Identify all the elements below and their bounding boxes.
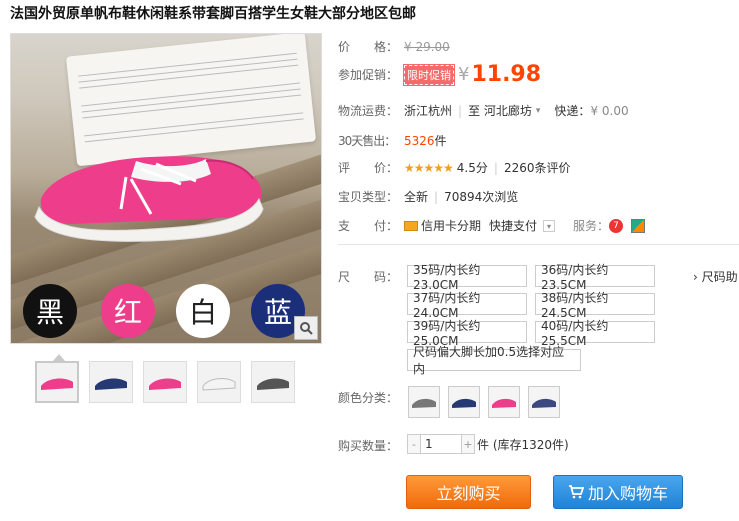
promo-badge: 限时促销: [403, 63, 455, 86]
sold-count: 5326: [404, 133, 435, 148]
original-price: ¥ 29.00: [404, 39, 450, 54]
seven-day-return-icon: 7: [609, 218, 624, 233]
product-title: 法国外贸原单帆布鞋休闲鞋系带套脚百搭学生女鞋大部分地区包邮: [10, 6, 416, 22]
chevron-down-icon: ▾: [535, 105, 541, 116]
size-option-35[interactable]: 35码/内长约23.0CM: [407, 263, 527, 292]
thumbnail-1[interactable]: [35, 354, 79, 403]
price-row: 价 格： ¥ 29.00: [338, 39, 450, 55]
swatch-black: 黑: [23, 284, 77, 338]
promo-price: 11.98: [471, 62, 542, 87]
guarantee-icon: [631, 218, 646, 233]
credit-card-icon: [404, 220, 418, 231]
color-label: 颜色分类：: [338, 391, 399, 405]
thumbnail-strip: [35, 354, 295, 403]
main-product-image[interactable]: 黑 红 白 蓝: [10, 33, 322, 344]
ship-to-selector[interactable]: 至 河北廊坊: [468, 102, 532, 119]
add-to-cart-button[interactable]: 加入购物车: [553, 475, 683, 509]
cart-icon: [568, 485, 584, 499]
swatch-red: 红: [101, 284, 155, 338]
ship-from: 浙江杭州: [404, 104, 453, 118]
quantity-label: 购买数量：: [338, 439, 399, 453]
quickpay-option[interactable]: 快捷支付: [489, 217, 537, 234]
thumbnail-2[interactable]: [89, 361, 133, 403]
color-option-navy[interactable]: [448, 386, 480, 418]
installment-option[interactable]: 信用卡分期: [421, 217, 481, 234]
thumbnail-3[interactable]: [143, 361, 187, 403]
thumbnail-4[interactable]: [197, 361, 241, 403]
quantity-input[interactable]: 1: [421, 434, 461, 454]
payment-row: 支 付： 信用卡分期 快捷支付 ▾ 服务： 7: [338, 217, 646, 234]
star-rating-icon: ★★★★★: [404, 160, 454, 175]
quantity-minus-button[interactable]: -: [407, 434, 421, 454]
color-option-pink[interactable]: [488, 386, 520, 418]
magnifier-icon[interactable]: [294, 316, 318, 340]
color-option-navy-2[interactable]: [528, 386, 560, 418]
stock-text: 件 (库存1320件): [477, 437, 569, 452]
shipping-row: 物流运费： 浙江杭州 | 至 河北廊坊 ▾ 快递： ¥ 0.00: [338, 102, 629, 119]
size-option-40[interactable]: 40码/内长约25.5CM: [535, 319, 655, 348]
sold-row: 30天售出： 5326 件: [338, 133, 447, 149]
quantity-plus-button[interactable]: +: [461, 434, 475, 454]
color-option-gray[interactable]: [408, 386, 440, 418]
size-option-37[interactable]: 37码/内长约24.0CM: [407, 291, 527, 320]
size-option-note[interactable]: 尺码偏大脚长加0.5选择对应内: [407, 345, 581, 376]
swatch-white: 白: [176, 284, 230, 338]
size-option-39[interactable]: 39码/内长约25.0CM: [407, 319, 527, 348]
review-count-link[interactable]: 2260条评价: [504, 159, 571, 176]
item-type-row: 宝贝类型： 全新 | 70894次浏览: [338, 189, 519, 205]
thumbnail-5[interactable]: [251, 361, 295, 403]
size-helper-link[interactable]: › 尺码助: [693, 268, 738, 285]
size-option-38[interactable]: 38码/内长约24.5CM: [535, 291, 655, 320]
promo-row: 参加促销： 限时促销 ¥ 11.98: [338, 62, 542, 87]
size-label: 尺 码：: [338, 270, 399, 284]
chevron-down-icon: ▾: [543, 219, 556, 232]
buy-now-button[interactable]: 立刻购买: [406, 475, 531, 509]
size-option-36[interactable]: 36码/内长约23.5CM: [535, 263, 655, 292]
rating-row: 评 价： ★★★★★ 4.5分 | 2260条评价: [338, 159, 571, 176]
pink-shoe-image: [34, 156, 264, 242]
quantity-stepper: - 1 + 件 (库存1320件): [407, 434, 569, 454]
